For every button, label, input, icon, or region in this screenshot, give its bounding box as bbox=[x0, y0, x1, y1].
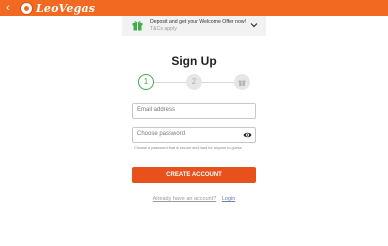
promo-text: Deposit and get your Welcome Offer now! … bbox=[150, 19, 256, 33]
welcome-offer-banner[interactable]: Deposit and get your Welcome Offer now! … bbox=[122, 16, 266, 36]
password-placeholder: Choose password bbox=[137, 131, 186, 137]
gift-icon bbox=[238, 80, 246, 86]
step-3 bbox=[234, 74, 250, 90]
brand-name: LeoVegas bbox=[36, 1, 96, 15]
login-prompt: Already have an account? Login bbox=[0, 196, 388, 202]
top-bar: ‹ LeoVegas bbox=[0, 0, 388, 16]
page-title: Sign Up bbox=[171, 54, 217, 68]
back-arrow-icon[interactable]: ‹ bbox=[6, 2, 16, 14]
step-1: 1 bbox=[138, 74, 154, 90]
email-placeholder: Email address bbox=[137, 107, 176, 113]
chevron-down-icon[interactable] bbox=[250, 21, 258, 29]
step-connector bbox=[154, 82, 186, 83]
gift-icon bbox=[132, 21, 143, 31]
password-field[interactable]: Choose password bbox=[132, 127, 256, 143]
login-question: Already have an account? bbox=[152, 196, 217, 202]
password-hint: Choose a password that is secure and har… bbox=[134, 146, 243, 150]
lion-logo-icon bbox=[20, 1, 33, 15]
login-link[interactable]: Login bbox=[222, 196, 235, 202]
step-2: 2 bbox=[186, 74, 202, 90]
step-connector bbox=[202, 82, 234, 83]
signup-stepper: 1 2 bbox=[138, 74, 250, 90]
brand-logo[interactable]: LeoVegas bbox=[20, 0, 95, 16]
promo-message: Deposit and get your Welcome Offer now! bbox=[150, 19, 247, 25]
eye-icon[interactable] bbox=[243, 131, 252, 139]
create-account-button[interactable]: CREATE ACCOUNT bbox=[132, 167, 256, 183]
email-field[interactable]: Email address bbox=[132, 103, 256, 119]
promo-terms: T&Cs apply bbox=[150, 26, 177, 32]
